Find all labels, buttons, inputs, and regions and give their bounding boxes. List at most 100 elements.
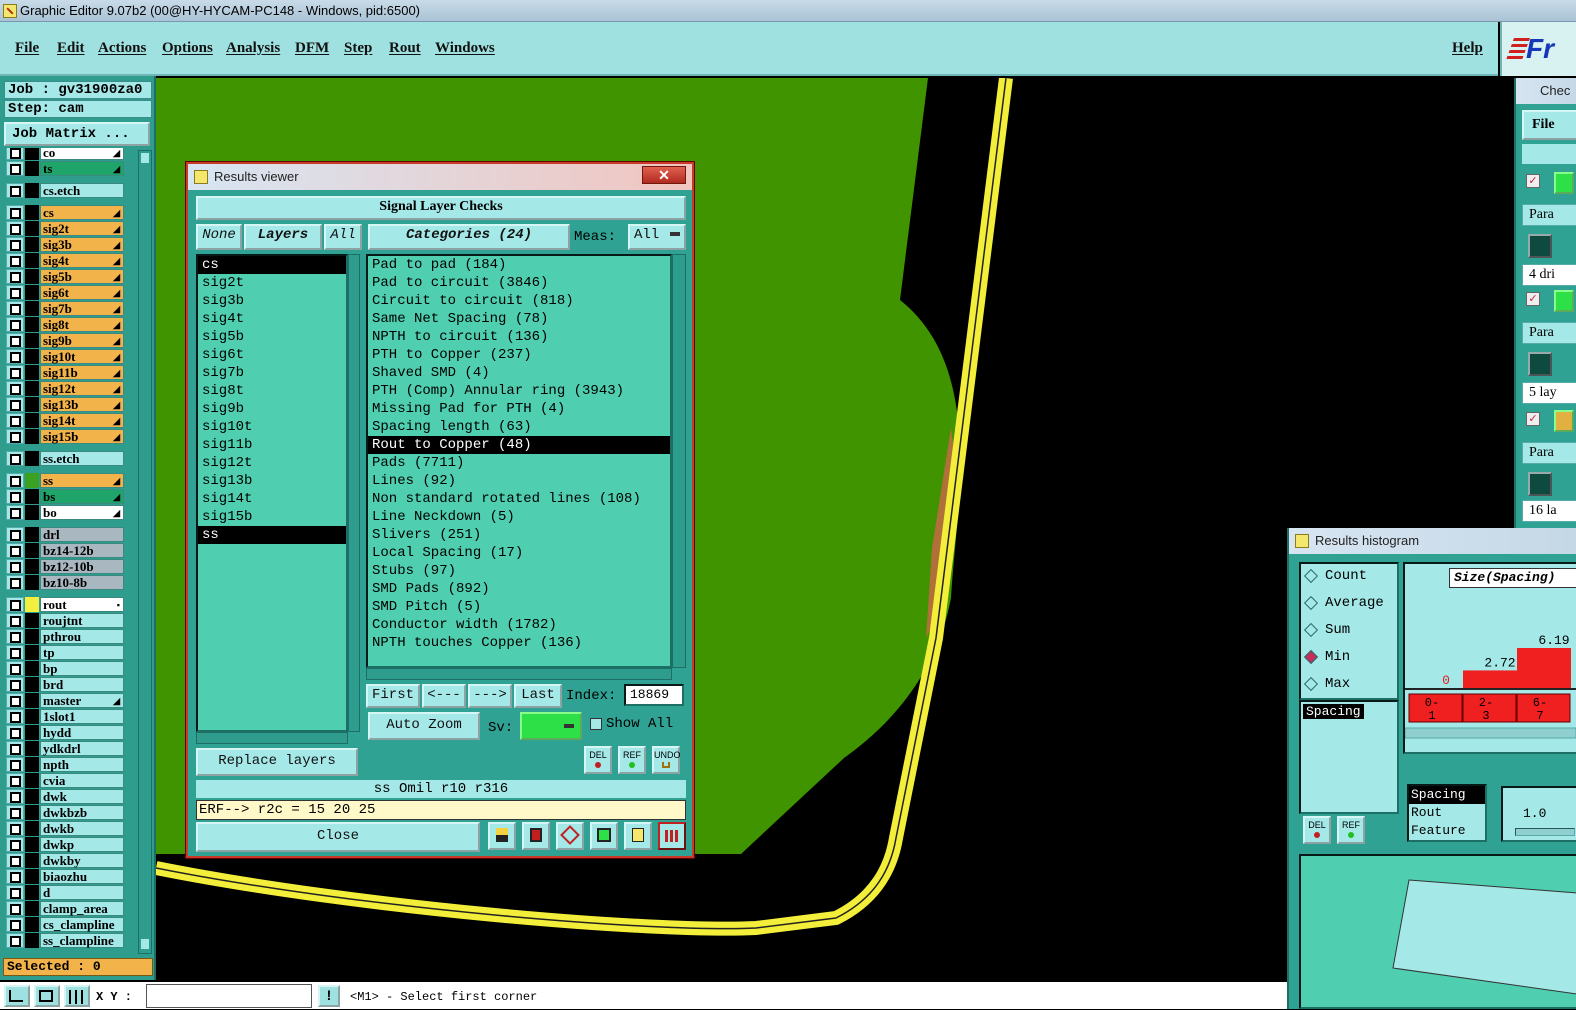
- layer-name[interactable]: cs.etch: [40, 183, 124, 198]
- category-item[interactable]: NPTH to circuit (136): [368, 328, 670, 346]
- layer-checkbox[interactable]: [10, 476, 21, 487]
- layer-row[interactable]: bp: [6, 661, 124, 676]
- layer-row[interactable]: d: [6, 885, 124, 900]
- category-item[interactable]: Slivers (251): [368, 526, 670, 544]
- category-item[interactable]: Stubs (97): [368, 562, 670, 580]
- layer-checkbox-cell[interactable]: [6, 397, 24, 412]
- layer-color-swatch[interactable]: [25, 527, 39, 542]
- layers-list-hscroll[interactable]: [196, 732, 348, 744]
- layer-name[interactable]: bs ◢: [40, 489, 124, 504]
- layer-checkbox[interactable]: [10, 224, 21, 235]
- layer-row[interactable]: dwkby: [6, 853, 124, 868]
- layer-color-swatch[interactable]: [25, 397, 39, 412]
- layer-color-swatch[interactable]: [25, 451, 39, 466]
- layer-row[interactable]: ss ◢: [6, 473, 124, 488]
- histogram-mode-min[interactable]: Min: [1303, 647, 1350, 667]
- layer-result-item[interactable]: sig13b: [198, 472, 346, 490]
- layer-checkbox[interactable]: [10, 872, 21, 883]
- layer-row[interactable]: sig10t ◢: [6, 349, 124, 364]
- layer-color-swatch[interactable]: [25, 741, 39, 756]
- layer-checkbox-cell[interactable]: [6, 161, 24, 176]
- layer-name[interactable]: drl: [40, 527, 124, 542]
- layer-name[interactable]: sig7b ◢: [40, 301, 124, 316]
- layer-checkbox-cell[interactable]: [6, 285, 24, 300]
- layer-result-item[interactable]: sig8t: [198, 382, 346, 400]
- menu-step[interactable]: Step: [344, 40, 372, 57]
- layer-row[interactable]: sig6t ◢: [6, 285, 124, 300]
- layer-row[interactable]: bo ◢: [6, 505, 124, 520]
- check-param-1[interactable]: Para: [1522, 204, 1576, 226]
- layer-name[interactable]: sig2t ◢: [40, 221, 124, 236]
- layer-color-swatch[interactable]: [25, 505, 39, 520]
- layer-checkbox-cell[interactable]: [6, 489, 24, 504]
- category-item[interactable]: Lines (92): [368, 472, 670, 490]
- flag-icon[interactable]: [522, 822, 550, 850]
- categories-hscroll[interactable]: [366, 668, 672, 680]
- layer-checkbox-cell[interactable]: [6, 613, 24, 628]
- layer-color-swatch[interactable]: [25, 901, 39, 916]
- layer-row[interactable]: co ◢: [6, 148, 124, 160]
- layer-row[interactable]: bs ◢: [6, 489, 124, 504]
- category-item[interactable]: Pad to circuit (3846): [368, 274, 670, 292]
- layer-checkbox[interactable]: [10, 508, 21, 519]
- layer-color-swatch[interactable]: [25, 837, 39, 852]
- layer-name[interactable]: sig14t ◢: [40, 413, 124, 428]
- next-button[interactable]: --->: [468, 684, 512, 708]
- meas-select[interactable]: All: [628, 224, 686, 250]
- layer-name[interactable]: bp: [40, 661, 124, 676]
- layer-color-swatch[interactable]: [25, 161, 39, 176]
- layer-row[interactable]: npth: [6, 757, 124, 772]
- layer-checkbox[interactable]: [10, 304, 21, 315]
- layer-color-swatch[interactable]: [25, 559, 39, 574]
- layer-checkbox[interactable]: [10, 186, 21, 197]
- layer-checkbox-cell[interactable]: [6, 917, 24, 932]
- layer-checkbox[interactable]: [10, 562, 21, 573]
- layer-color-swatch[interactable]: [25, 677, 39, 692]
- layer-row[interactable]: sig14t ◢: [6, 413, 124, 428]
- first-button[interactable]: First: [366, 684, 420, 708]
- layer-color-swatch[interactable]: [25, 645, 39, 660]
- grid-tool-button[interactable]: [64, 985, 90, 1007]
- layer-row[interactable]: clamp_area: [6, 901, 124, 916]
- layer-name[interactable]: dwkby: [40, 853, 124, 868]
- layer-color-swatch[interactable]: [25, 253, 39, 268]
- layer-checkbox[interactable]: [10, 368, 21, 379]
- scroll-down-icon[interactable]: [141, 939, 149, 949]
- scroll-up-icon[interactable]: [141, 153, 149, 163]
- layer-color-swatch[interactable]: [25, 725, 39, 740]
- layer-color-swatch[interactable]: [25, 575, 39, 590]
- layer-checkbox-cell[interactable]: [6, 773, 24, 788]
- layer-checkbox[interactable]: [10, 808, 21, 819]
- layer-checkbox[interactable]: [10, 856, 21, 867]
- layers-button[interactable]: Layers: [244, 224, 322, 250]
- layer-color-swatch[interactable]: [25, 821, 39, 836]
- layer-checkbox-cell[interactable]: [6, 253, 24, 268]
- layer-checkbox-cell[interactable]: [6, 789, 24, 804]
- layer-row[interactable]: sig11b ◢: [6, 365, 124, 380]
- layer-color-swatch[interactable]: [25, 489, 39, 504]
- check-status-2[interactable]: [1554, 290, 1574, 312]
- layer-name[interactable]: dwkbzb: [40, 805, 124, 820]
- menu-file[interactable]: File: [15, 40, 39, 57]
- category-item[interactable]: SMD Pads (892): [368, 580, 670, 598]
- layer-checkbox[interactable]: [10, 776, 21, 787]
- layer-checkbox[interactable]: [10, 416, 21, 427]
- close-button[interactable]: Close: [196, 822, 480, 852]
- layer-list-scrollbar[interactable]: [138, 150, 152, 954]
- layer-checkbox[interactable]: [10, 712, 21, 723]
- layer-color-swatch[interactable]: [25, 869, 39, 884]
- layer-name[interactable]: sig10t ◢: [40, 349, 124, 364]
- category-item[interactable]: Shaved SMD (4): [368, 364, 670, 382]
- layer-color-swatch[interactable]: [25, 853, 39, 868]
- layer-row[interactable]: sig8t ◢: [6, 317, 124, 332]
- layer-name[interactable]: d: [40, 885, 124, 900]
- layer-color-swatch[interactable]: [25, 183, 39, 198]
- layer-color-swatch[interactable]: [25, 205, 39, 220]
- check-run-icon-2[interactable]: [1528, 352, 1552, 376]
- layers-list-scrollbar[interactable]: [348, 254, 360, 732]
- layer-color-swatch[interactable]: [25, 933, 39, 948]
- check-enabled-checkbox-2[interactable]: ✓: [1526, 292, 1540, 306]
- category-item[interactable]: Line Neckdown (5): [368, 508, 670, 526]
- layer-checkbox[interactable]: [10, 272, 21, 283]
- auto-zoom-select[interactable]: Auto Zoom: [368, 712, 480, 740]
